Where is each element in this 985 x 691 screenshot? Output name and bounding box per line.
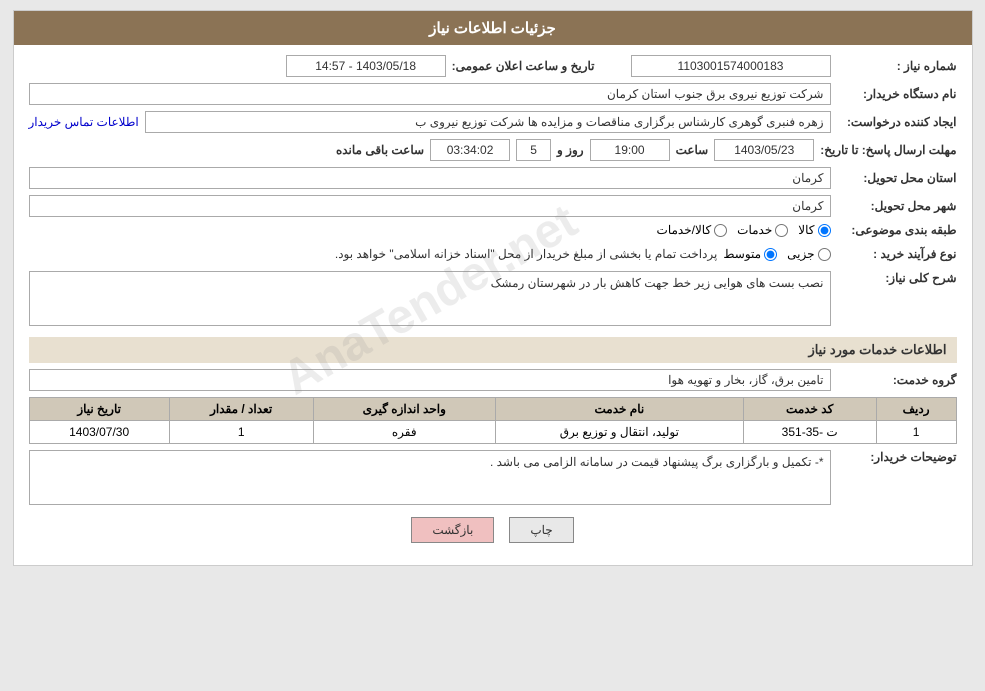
radio-kala[interactable] [818,224,831,237]
col-vahed: واحد اندازه گیری [313,398,495,421]
services-table: ردیف کد خدمت نام خدمت واحد اندازه گیری ت… [29,397,957,444]
row-grooh: گروه خدمت: تامین برق، گاز، بخار و تهویه … [29,369,957,391]
shomara-label: شماره نیاز : [837,59,957,73]
radio-motawaset-label: متوسط [723,247,761,261]
row-tosif: توضیحات خریدار: [29,450,957,505]
shomara-value: 1103001574000183 [631,55,831,77]
col-tedad: تعداد / مقدار [169,398,313,421]
page-header: جزئیات اطلاعات نیاز [14,11,972,45]
row-mohlat: مهلت ارسال پاسخ: تا تاریخ: 1403/05/23 سا… [29,139,957,161]
radio-kala-khadamat-item: کالا/خدمات [657,223,728,237]
tosif-textarea[interactable] [29,450,831,505]
radio-khadamat[interactable] [775,224,788,237]
ijad-label: ایجاد کننده درخواست: [837,115,957,129]
col-kod: کد خدمت [743,398,876,421]
table-row: 1ت -35-351تولید، انتقال و توزیع برقفقره1… [29,421,956,444]
radio-khadamat-item: خدمات [737,223,788,237]
row-tabaqe: طبقه بندی موضوعی: کالا خدمات کالا/خدمات [29,223,957,237]
mohlat-saat: 19:00 [590,139,670,161]
back-button[interactable]: بازگشت [411,517,494,543]
shahr-value: کرمان [29,195,831,217]
date-value: 1403/05/18 - 14:57 [286,55,446,77]
col-radif: ردیف [876,398,956,421]
mohlat-saat-label: ساعت [676,143,709,157]
mohlat-rooz: 5 [516,139,551,161]
noefar-desc: پرداخت تمام یا بخشی از مبلغ خریدار از مح… [29,243,718,265]
row-noefar: نوع فرآیند خرید : جزیی متوسط پرداخت تمام… [29,243,957,265]
radio-motawaset[interactable] [764,248,777,261]
row-ijad: ایجاد کننده درخواست: زهره فنبری گوهری کا… [29,111,957,133]
services-section-header: اطلاعات خدمات مورد نیاز [29,337,957,363]
sharh-label: شرح کلی نیاز: [837,271,957,285]
mohlat-rooz-label: روز و [557,143,584,157]
page-container: جزئیات اطلاعات نیاز شماره نیاز : 1103001… [13,10,973,566]
row-shahr: شهر محل تحویل: کرمان [29,195,957,217]
ostan-label: استان محل تحویل: [837,171,957,185]
page-title: جزئیات اطلاعات نیاز [429,20,556,37]
radio-kala-label: کالا [798,223,814,237]
grooh-label: گروه خدمت: [837,373,957,387]
col-tarikh: تاریخ نیاز [29,398,169,421]
mohlat-remain-label: ساعت باقی مانده [336,143,424,157]
tosif-label: توضیحات خریدار: [837,450,957,464]
content-area: شماره نیاز : 1103001574000183 تاریخ و سا… [14,45,972,565]
radio-kala-khadamat-label: کالا/خدمات [657,223,712,237]
row-sharh: شرح کلی نیاز: AnaTender.net [29,271,957,329]
tabaqe-label: طبقه بندی موضوعی: [837,223,957,237]
mohlat-label: مهلت ارسال پاسخ: تا تاریخ: [820,143,956,157]
row-ostan: استان محل تحویل: کرمان [29,167,957,189]
grooh-value: تامین برق، گاز، بخار و تهویه هوا [29,369,831,391]
radio-motawaset-item: متوسط [723,247,777,261]
radio-jozii[interactable] [818,248,831,261]
mohlat-date: 1403/05/23 [714,139,814,161]
radio-kala-item: کالا [798,223,830,237]
noefar-label: نوع فرآیند خرید : [837,247,957,261]
radio-khadamat-label: خدمات [737,223,772,237]
date-label: تاریخ و ساعت اعلان عمومی: [452,59,595,73]
namdastgah-label: نام دستگاه خریدار: [837,87,957,101]
sharh-textarea[interactable] [29,271,831,326]
namdastgah-value: شرکت توزیع نیروی برق جنوب استان کرمان [29,83,831,105]
ostan-value: کرمان [29,167,831,189]
tabaqe-radio-group: کالا خدمات کالا/خدمات [657,223,831,237]
noefar-radio-group: جزیی متوسط [723,247,830,261]
ijad-link[interactable]: اطلاعات تماس خریدار [29,115,139,129]
radio-jozii-label: جزیی [787,247,814,261]
radio-kala-khadamat[interactable] [714,224,727,237]
radio-jozii-item: جزیی [787,247,830,261]
mohlat-remain: 03:34:02 [430,139,510,161]
btn-row: چاپ بازگشت [29,517,957,543]
ijad-value: زهره فنبری گوهری کارشناس برگزاری مناقصات… [145,111,831,133]
shahr-label: شهر محل تحویل: [837,199,957,213]
row-namdastgah: نام دستگاه خریدار: شرکت توزیع نیروی برق … [29,83,957,105]
row-shomara: شماره نیاز : 1103001574000183 تاریخ و سا… [29,55,957,77]
col-name: نام خدمت [495,398,743,421]
print-button[interactable]: چاپ [509,517,573,543]
